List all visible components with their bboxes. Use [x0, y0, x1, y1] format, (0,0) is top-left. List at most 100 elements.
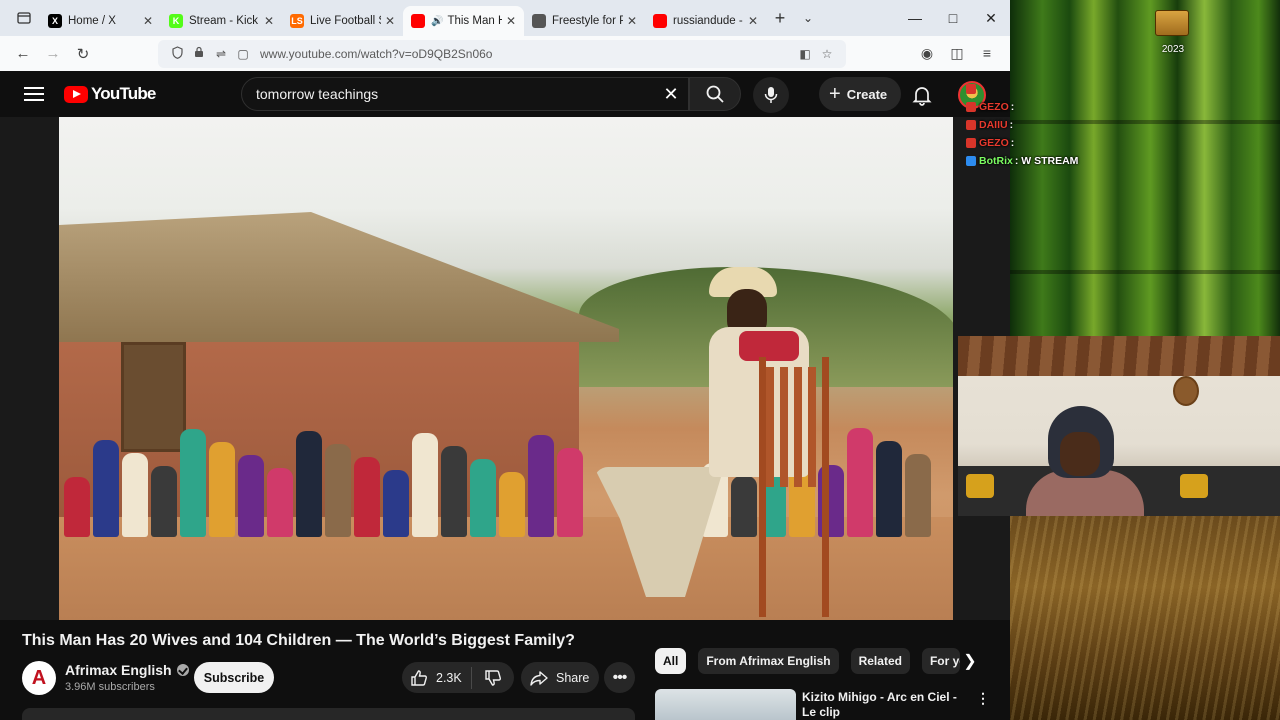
tab-close-icon[interactable]: ✕ — [506, 14, 516, 28]
like-button[interactable]: 2.3K — [402, 666, 472, 689]
video-person — [354, 457, 380, 537]
video-player[interactable] — [0, 117, 1010, 620]
tab-close-icon[interactable]: ✕ — [143, 14, 153, 28]
clear-search-icon[interactable]: ✕ — [654, 84, 688, 105]
channel-name-link[interactable]: Afrimax English — [65, 662, 189, 678]
more-actions-icon[interactable]: ••• — [604, 662, 635, 693]
youtube-logo-text: YouTube — [91, 84, 156, 103]
reload-icon[interactable]: ↻ — [68, 40, 98, 68]
video-person — [122, 453, 148, 537]
chevron-right-icon[interactable]: ❯ — [959, 650, 981, 672]
camera-blocked-icon[interactable]: ▢ — [232, 47, 254, 61]
webcam-overlay — [958, 336, 1280, 516]
browser-tab[interactable]: LS Live Football Sco ✕ — [282, 6, 403, 36]
hamburger-menu-icon[interactable] — [24, 87, 44, 101]
share-label: Share — [556, 670, 590, 685]
url-text[interactable]: www.youtube.com/watch?v=oD9QB2Sn06o — [260, 47, 794, 61]
video-title: This Man Has 20 Wives and 104 Children —… — [22, 632, 575, 649]
channel-avatar[interactable]: A — [22, 661, 56, 695]
tab-list-chevron-down-icon[interactable]: ⌄ — [794, 11, 822, 25]
chat-text: : — [1010, 137, 1015, 149]
video-person — [528, 435, 554, 537]
toolbar-right: ◉ ◫ ≡ — [912, 45, 1002, 62]
filter-chips: All From Afrimax English Related For you — [655, 648, 972, 674]
tab-favicon-icon: K — [169, 14, 183, 28]
chat-badge-icon — [966, 156, 976, 166]
recommended-title[interactable]: Kizito Mihigo - Arc en Ciel - Le clip — [802, 690, 967, 720]
tab-close-icon[interactable]: ✕ — [385, 14, 395, 28]
webcam-pillow — [1180, 474, 1208, 498]
description-box[interactable] — [22, 708, 635, 720]
browser-tab[interactable]: russiandude - Yo ✕ — [645, 6, 766, 36]
account-icon[interactable]: ◉ — [912, 45, 942, 62]
back-arrow-icon[interactable]: ← — [8, 40, 38, 68]
browser-tab[interactable]: K Stream - Kick Da ✕ — [161, 6, 282, 36]
folder-icon — [1155, 10, 1189, 36]
recommended-thumbnail[interactable] — [655, 689, 796, 720]
tab-favicon-icon: LS — [290, 14, 304, 28]
shield-icon[interactable] — [166, 45, 188, 62]
video-person — [876, 441, 902, 537]
plus-icon: + — [829, 82, 841, 105]
search-input[interactable]: tomorrow teachings ✕ — [241, 77, 689, 111]
close-window-icon[interactable]: ✕ — [972, 0, 1010, 36]
share-button[interactable]: Share — [521, 662, 599, 693]
video-person — [847, 428, 873, 537]
chat-message: DAIIU: — [966, 116, 1096, 134]
share-arrow-icon — [530, 670, 548, 686]
menu-icon[interactable]: ≡ — [972, 45, 1002, 62]
webcam-streamer — [1026, 406, 1144, 516]
minimize-icon[interactable]: — — [896, 0, 934, 36]
browser-tab[interactable]: 🔊 This Man Ha ✕ — [403, 6, 524, 36]
maximize-icon[interactable]: □ — [934, 0, 972, 36]
chat-text: : — [1010, 101, 1015, 113]
tab-label: Freestyle for Par — [552, 15, 623, 27]
filter-chip[interactable]: From Afrimax English — [698, 648, 839, 674]
recommended-more-icon[interactable]: ⋮ — [976, 690, 990, 707]
video-person — [180, 429, 206, 537]
notifications-bell-icon[interactable] — [910, 83, 934, 107]
lock-icon[interactable] — [188, 46, 210, 61]
browser-tab[interactable]: Freestyle for Par ✕ — [524, 6, 645, 36]
search-button[interactable] — [689, 77, 741, 111]
speaker-icon[interactable]: 🔊 — [431, 16, 443, 27]
tab-groups-icon[interactable] — [8, 4, 40, 32]
search-query[interactable]: tomorrow teachings — [256, 86, 654, 102]
subscribe-button[interactable]: Subscribe — [194, 662, 274, 693]
video-person — [296, 431, 322, 537]
stream-bamboo-floor — [1010, 515, 1280, 720]
tab-close-icon[interactable]: ✕ — [264, 14, 274, 28]
chat-username: GEZO — [979, 101, 1009, 113]
tab-close-icon[interactable]: ✕ — [627, 14, 637, 28]
channel-name[interactable]: Afrimax English — [65, 662, 172, 678]
video-person — [325, 444, 351, 537]
extensions-icon[interactable]: ◫ — [942, 45, 972, 62]
stream-chat-overlay: GEZO: DAIIU: GEZO: BotRix: W STREAM — [966, 80, 1096, 170]
youtube-logo[interactable]: YouTube — [64, 84, 156, 104]
filter-chip[interactable]: For you — [921, 648, 960, 674]
permissions-icon[interactable]: ⇌ — [210, 47, 232, 61]
picture-in-picture-icon[interactable]: ◧ — [794, 47, 816, 61]
tabs: X Home / X ✕ K Stream - Kick Da ✕ LS Live Footb… — [40, 0, 766, 36]
voice-search-button[interactable] — [753, 77, 789, 113]
forward-arrow-icon[interactable]: → — [38, 40, 68, 68]
filter-chip[interactable]: Related — [850, 648, 910, 674]
chat-message: GEZO: — [966, 98, 1096, 116]
video-person — [557, 448, 583, 537]
video-frame[interactable] — [59, 117, 953, 620]
chat-badge-icon — [966, 120, 976, 130]
tab-favicon-icon — [411, 14, 425, 28]
address-bar[interactable]: ⇌ ▢ www.youtube.com/watch?v=oD9QB2Sn06o … — [158, 39, 846, 68]
video-wooden-chair — [759, 357, 829, 617]
new-tab-button[interactable]: + — [766, 8, 794, 29]
chat-badge-icon — [966, 138, 976, 148]
chat-message — [966, 80, 1096, 98]
video-person — [267, 468, 293, 537]
create-button[interactable]: + Create — [819, 77, 902, 111]
tab-close-icon[interactable]: ✕ — [748, 14, 758, 28]
chat-text: : — [1009, 119, 1014, 131]
filter-chip[interactable]: All — [655, 648, 687, 674]
browser-tab[interactable]: X Home / X ✕ — [40, 6, 161, 36]
dislike-button[interactable] — [472, 669, 514, 687]
bookmark-star-icon[interactable]: ☆ — [816, 47, 838, 61]
